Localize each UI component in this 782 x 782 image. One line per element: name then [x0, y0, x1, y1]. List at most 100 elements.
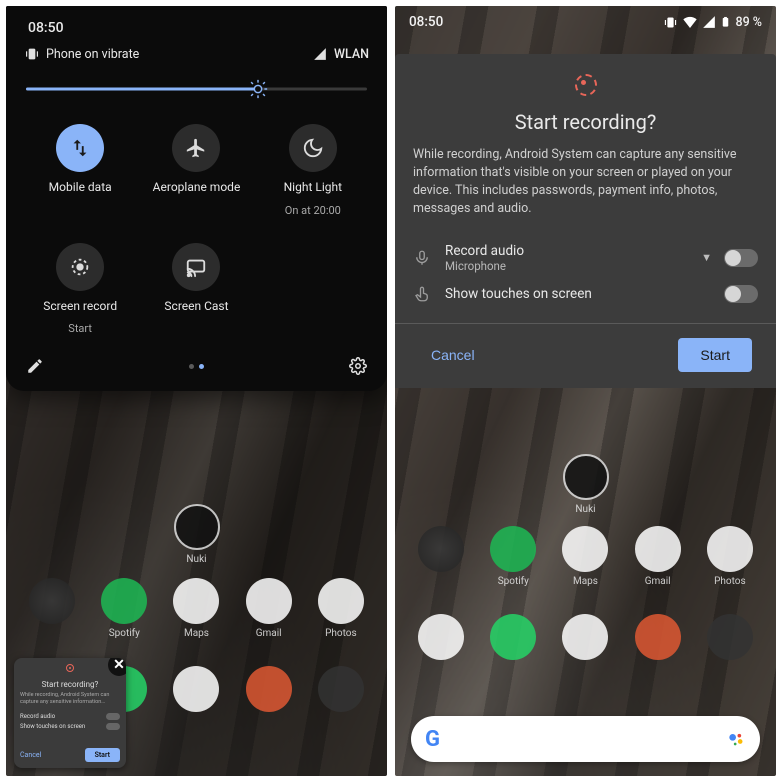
row-show-touches[interactable]: Show touches on screen	[413, 279, 758, 309]
app-photos[interactable]: Photos	[318, 578, 364, 639]
app-camera[interactable]	[707, 614, 753, 660]
close-icon[interactable]: ✕	[108, 658, 126, 676]
app-duckduckgo[interactable]	[635, 614, 681, 660]
page-dots	[189, 364, 204, 369]
record-audio-switch[interactable]	[724, 249, 758, 267]
tile-aeroplane[interactable]: Aeroplane mode	[138, 124, 254, 217]
app-slack[interactable]	[562, 614, 608, 660]
tile-label: Screen record	[43, 299, 117, 315]
home-app-row-1: Nuki	[6, 504, 387, 565]
record-icon	[66, 664, 74, 672]
qs-substatus: Phone on vibrate WLAN	[22, 46, 371, 74]
brightness-slider[interactable]	[26, 76, 367, 102]
app-duckduckgo[interactable]	[246, 666, 292, 712]
app-whatsapp[interactable]	[490, 614, 536, 660]
tile-sublabel: On at 20:00	[285, 204, 341, 217]
tile-night-light[interactable]: Night Light On at 20:00	[255, 124, 371, 217]
status-bar: 08:50 89 %	[409, 14, 762, 30]
dialog-body: While recording, Android System can capt…	[413, 146, 758, 219]
thumb-start[interactable]: Start	[85, 748, 120, 762]
app-label: Photos	[325, 628, 357, 639]
recording-dialog-thumbnail[interactable]: ✕ Start recording? While recording, Andr…	[14, 658, 126, 768]
app-label: Gmail	[645, 576, 671, 587]
app-gmail[interactable]: Gmail	[246, 578, 292, 639]
show-touches-switch[interactable]	[724, 285, 758, 303]
brightness-thumb-icon[interactable]	[247, 78, 269, 100]
swap-vert-icon	[69, 137, 91, 159]
tile-aeroplane-button[interactable]	[172, 124, 220, 172]
qs-footer	[22, 343, 371, 377]
home-app-row-1: Nuki	[395, 454, 776, 515]
vibrate-icon	[663, 15, 678, 30]
battery-label: 89 %	[735, 15, 762, 30]
tile-night-light-button[interactable]	[289, 124, 337, 172]
tile-label: Screen Cast	[164, 299, 228, 315]
app-nuki[interactable]: Nuki	[563, 454, 609, 515]
signal-icon	[702, 15, 716, 29]
phone-left-quicksettings: Nuki Spotify Maps Gmail Photos 08:50 Pho…	[6, 6, 387, 776]
app-camera[interactable]	[318, 666, 364, 712]
thumb-body: While recording, Android System can capt…	[20, 692, 120, 705]
tile-label: Aeroplane mode	[153, 180, 241, 196]
vibrate-icon	[24, 46, 40, 62]
thumb-title: Start recording?	[20, 680, 120, 689]
phone-right-dialog: Nuki Spotify Maps Gmail Photos G 08:50 8…	[395, 6, 776, 776]
status-bar: 08:50	[22, 16, 371, 46]
page-dot-active[interactable]	[199, 364, 204, 369]
status-time: 08:50	[409, 14, 443, 30]
microphone-icon	[413, 249, 433, 267]
app-messages[interactable]	[418, 614, 464, 660]
record-audio-label: Record audio	[445, 243, 689, 259]
thumb-cancel[interactable]: Cancel	[20, 751, 41, 759]
start-recording-dialog: Start recording? While recording, Androi…	[395, 54, 776, 388]
google-search-bar[interactable]: G	[411, 716, 760, 762]
app-spotify[interactable]: Spotify	[490, 526, 536, 587]
app-label: Spotify	[109, 628, 140, 639]
tile-screen-cast-button[interactable]	[172, 243, 220, 291]
show-touches-label: Show touches on screen	[445, 286, 712, 302]
app-gmail[interactable]: Gmail	[635, 526, 681, 587]
status-time: 08:50	[28, 20, 64, 36]
network-label: WLAN	[334, 47, 369, 62]
start-button[interactable]: Start	[678, 338, 752, 372]
record-icon	[575, 74, 597, 96]
app-nuki[interactable]: Nuki	[174, 504, 220, 565]
google-logo-icon: G	[425, 727, 440, 752]
assistant-icon[interactable]	[726, 729, 746, 749]
app-spotify[interactable]: Spotify	[101, 578, 147, 639]
app-maps[interactable]: Maps	[173, 578, 219, 639]
tile-screen-cast[interactable]: Screen Cast	[138, 243, 254, 336]
home-app-row-2: Spotify Maps Gmail Photos	[6, 578, 387, 639]
brightness-fill	[26, 88, 258, 91]
app-folder[interactable]	[29, 578, 75, 639]
edit-icon[interactable]	[26, 357, 44, 375]
tile-mobile-data[interactable]: Mobile data	[22, 124, 138, 217]
tile-sublabel: Start	[68, 322, 92, 335]
tile-mobile-data-button[interactable]	[56, 124, 104, 172]
app-label: Nuki	[186, 554, 206, 565]
app-label: Photos	[714, 576, 746, 587]
record-icon	[69, 256, 91, 278]
record-audio-value: Microphone	[445, 259, 689, 273]
chevron-down-icon[interactable]: ▼	[701, 251, 712, 264]
tile-label: Mobile data	[49, 180, 112, 196]
row-record-audio[interactable]: Record audio Microphone ▼	[413, 237, 758, 279]
gear-icon[interactable]	[349, 357, 367, 375]
moon-icon	[302, 137, 324, 159]
qs-tiles-grid: Mobile data Aeroplane mode Night Light O…	[22, 120, 371, 343]
battery-icon	[720, 14, 731, 30]
app-photos[interactable]: Photos	[707, 526, 753, 587]
home-app-row-3	[395, 614, 776, 660]
wifi-icon	[682, 14, 698, 30]
app-label: Maps	[573, 576, 598, 587]
page-dot[interactable]	[189, 364, 194, 369]
app-folder[interactable]	[418, 526, 464, 587]
cancel-button[interactable]: Cancel	[419, 339, 487, 371]
app-slack[interactable]	[173, 666, 219, 712]
tile-screen-record[interactable]: Screen record Start	[22, 243, 138, 336]
tile-screen-record-button[interactable]	[56, 243, 104, 291]
cast-icon	[185, 256, 207, 278]
app-maps[interactable]: Maps	[562, 526, 608, 587]
dialog-title: Start recording?	[413, 110, 758, 134]
touch-icon	[413, 285, 433, 303]
